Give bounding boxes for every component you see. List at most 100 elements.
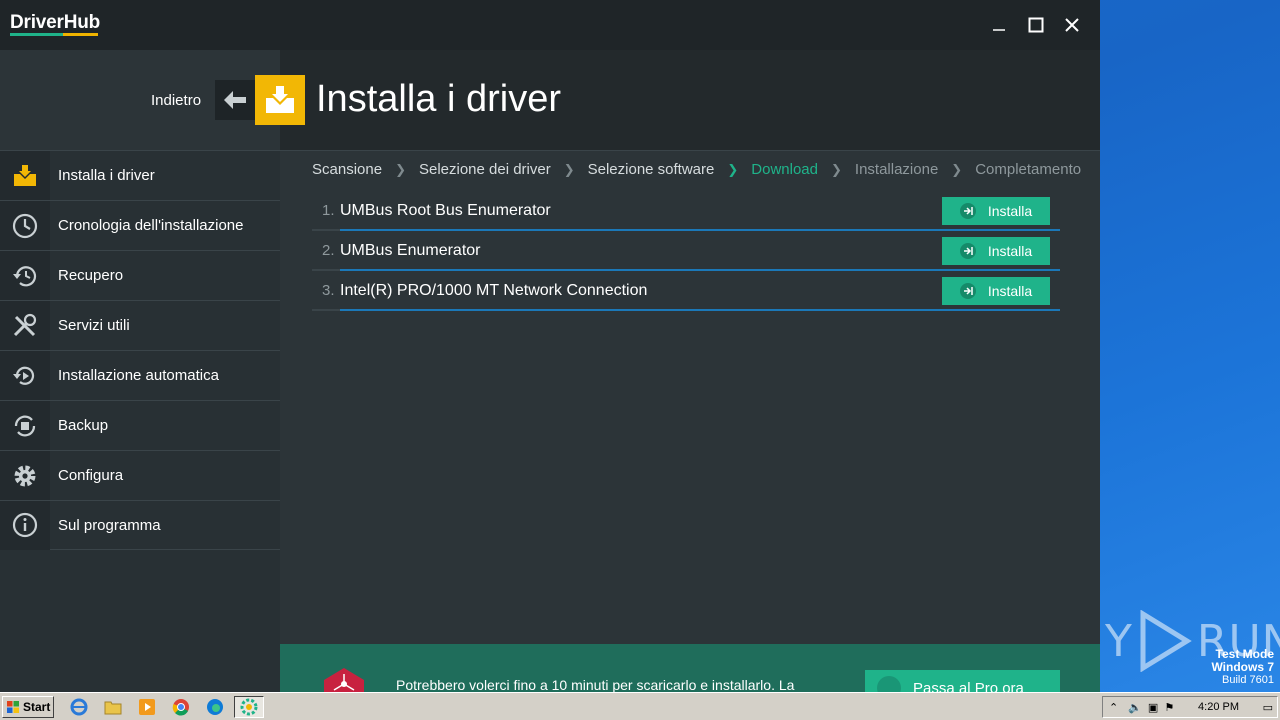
os-label: Windows 7 (1211, 660, 1274, 674)
chevron-right-icon: ❯ (395, 161, 406, 177)
row-divider (312, 309, 1060, 311)
upgrade-pro-button[interactable]: Passa al Pro ora (865, 670, 1060, 692)
driver-number: 3. (322, 282, 335, 299)
install-button[interactable]: Installa (942, 277, 1050, 305)
step-installation: Installazione (854, 161, 939, 178)
folder-icon[interactable] (102, 697, 124, 717)
flag-icon[interactable]: ⚑ (1164, 701, 1174, 714)
step-software-selection: Selezione software (587, 161, 715, 178)
play-logo-icon (1140, 610, 1192, 672)
sidebar-item-label: Installazione automatica (58, 367, 219, 384)
chevron-right-icon: ❯ (951, 161, 963, 177)
clock-icon (0, 201, 50, 250)
backup-icon (0, 401, 50, 450)
history-icon (0, 251, 50, 300)
install-button[interactable]: Installa (942, 197, 1050, 225)
driverhub-window: DriverHub Installa i driver Cronologia d… (0, 0, 1100, 692)
chrome-icon[interactable] (170, 697, 192, 717)
minimize-icon (993, 29, 1005, 31)
tools-icon (0, 301, 50, 350)
sidebar-item-label: Installa i driver (58, 167, 155, 184)
driver-row: 3. Intel(R) PRO/1000 MT Network Connecti… (312, 271, 1060, 311)
install-driver-icon (0, 151, 50, 200)
chevron-right-icon: ❯ (727, 161, 739, 177)
driver-number: 1. (322, 202, 335, 219)
step-driver-selection: Selezione dei driver (418, 161, 551, 178)
install-button-label: Installa (987, 243, 1033, 259)
start-label: Start (23, 700, 51, 714)
network-hub-icon (320, 666, 368, 692)
show-desktop-icon[interactable]: ▭ (1263, 701, 1273, 714)
step-download: Download (751, 161, 818, 178)
driverhub-taskbar-icon[interactable] (234, 696, 264, 718)
gear-icon (0, 451, 50, 500)
close-icon (1065, 18, 1079, 32)
sidebar-item-install-drivers[interactable]: Installa i driver (0, 150, 280, 200)
sidebar-item-label: Backup (58, 417, 109, 434)
sidebar-item-utilities[interactable]: Servizi utili (0, 300, 280, 350)
close-button[interactable] (1057, 10, 1087, 40)
arrow-left-icon (224, 91, 246, 109)
sidebar-item-label: Configura (58, 467, 124, 484)
sidebar-item-label: Cronologia dell'installazione (58, 217, 244, 234)
driver-row: 1. UMBus Root Bus Enumerator Installa (312, 191, 1060, 231)
sidebar-item-label: Sul programma (58, 516, 161, 534)
sidebar: Installa i driver Cronologia dell'instal… (0, 50, 280, 692)
start-button[interactable]: Start (2, 696, 54, 718)
sidebar-item-about[interactable]: Sul programma (0, 500, 280, 550)
build-label: Build 7601 (1222, 674, 1274, 686)
network-icon[interactable]: ▣ (1148, 701, 1158, 714)
chevron-right-icon: ❯ (831, 161, 842, 177)
footer-text: Potrebbero volerci fino a 10 minuti per … (396, 677, 795, 692)
sidebar-item-history[interactable]: Cronologia dell'installazione (0, 200, 280, 250)
edge-icon[interactable] (204, 697, 226, 717)
footer-banner: Potrebbero volerci fino a 10 minuti per … (280, 644, 1100, 692)
maximize-icon (1028, 17, 1044, 33)
sidebar-item-label: Recupero (58, 267, 124, 284)
install-button-label: Installa (987, 283, 1033, 299)
app-logo: DriverHub (10, 12, 101, 33)
chevron-up-icon[interactable]: ⌃ (1109, 701, 1118, 714)
driver-name: UMBus Enumerator (340, 242, 481, 259)
back-label[interactable]: Indietro (151, 92, 201, 109)
windows-flag-icon (7, 701, 19, 713)
progress-steps: Scansione ❯ Selezione dei driver ❯ Selez… (312, 161, 1081, 178)
driver-name: UMBus Root Bus Enumerator (340, 202, 551, 219)
page-title: Installa i driver (316, 78, 561, 120)
install-arrow-icon (959, 243, 976, 259)
ie-icon[interactable] (68, 697, 90, 717)
maximize-button[interactable] (1021, 10, 1051, 40)
back-button[interactable] (215, 80, 255, 120)
install-arrow-icon (959, 203, 976, 219)
sidebar-item-auto-install[interactable]: Installazione automatica (0, 350, 280, 400)
install-driver-title-icon (255, 75, 305, 125)
upgrade-icon (877, 676, 901, 692)
system-tray: ⌃ 🔈 ▣ ⚑ 4:20 PM ▭ (1102, 696, 1278, 718)
install-arrow-icon (959, 283, 976, 299)
install-button-label: Installa (987, 203, 1033, 219)
header-divider (280, 150, 1100, 151)
sidebar-item-backup[interactable]: Backup (0, 400, 280, 450)
clock[interactable]: 4:20 PM (1198, 701, 1239, 713)
sidebar-item-recovery[interactable]: Recupero (0, 250, 280, 300)
info-icon (0, 500, 50, 550)
taskbar: Start ⌃ 🔈 ▣ ⚑ 4:20 PM ▭ (0, 692, 1280, 720)
sidebar-nav: Installa i driver Cronologia dell'instal… (0, 150, 280, 550)
chevron-right-icon: ❯ (563, 161, 575, 177)
step-scan: Scansione (312, 161, 383, 178)
speaker-icon[interactable]: 🔈 (1128, 701, 1142, 714)
title-bar: DriverHub (0, 0, 1100, 50)
step-completion: Completamento (975, 161, 1082, 178)
media-player-icon[interactable] (136, 697, 158, 717)
sidebar-item-settings[interactable]: Configura (0, 450, 280, 500)
install-button[interactable]: Installa (942, 237, 1050, 265)
upgrade-pro-label: Passa al Pro ora (913, 679, 1024, 693)
driver-row: 2. UMBus Enumerator Installa (312, 231, 1060, 271)
test-mode-notice: Test Mode Windows 7 Build 7601 (1211, 648, 1274, 687)
driver-number: 2. (322, 242, 335, 259)
auto-install-icon (0, 351, 50, 400)
sidebar-item-label: Servizi utili (58, 317, 130, 334)
minimize-button[interactable] (984, 10, 1014, 40)
driver-name: Intel(R) PRO/1000 MT Network Connection (340, 282, 648, 299)
logo-underline (10, 33, 98, 36)
